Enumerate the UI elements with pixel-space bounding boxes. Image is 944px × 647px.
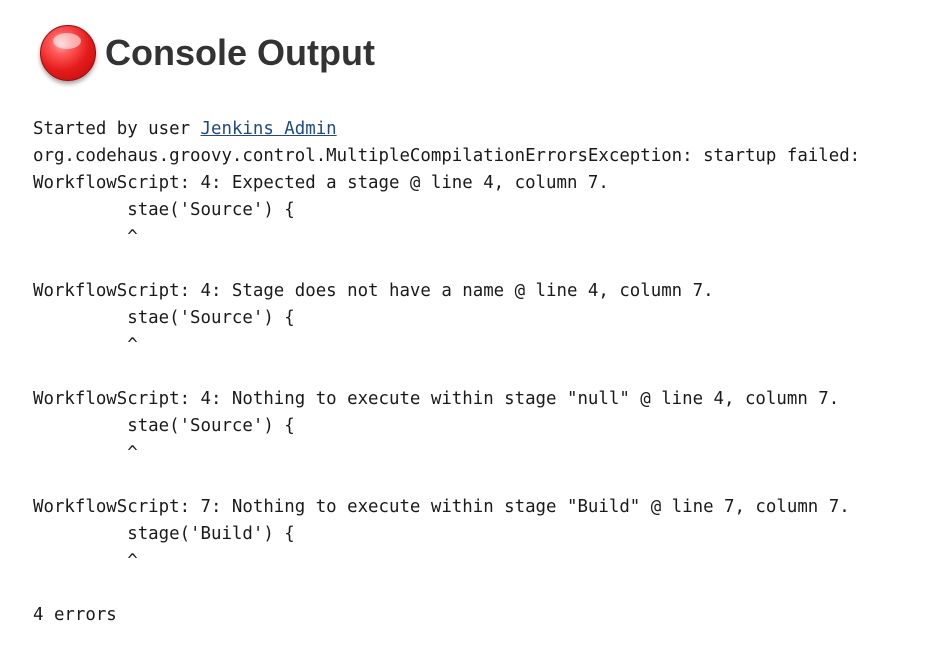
page-header: Console Output — [40, 24, 375, 82]
console-line-error-count: 4 errors — [33, 605, 117, 625]
console-line: stae('Source') { — [33, 200, 295, 220]
build-failed-status-icon — [40, 25, 96, 81]
console-line: ^ — [33, 443, 138, 463]
page-title: Console Output — [105, 32, 375, 73]
console-line: WorkflowScript: 4: Nothing to execute wi… — [33, 389, 840, 409]
console-line: WorkflowScript: 4: Stage does not have a… — [33, 281, 714, 301]
console-line: org.codehaus.groovy.control.MultipleComp… — [33, 146, 861, 166]
console-line: ^ — [33, 551, 138, 571]
started-by-text: Started by user — [33, 119, 201, 139]
console-line: WorkflowScript: 7: Nothing to execute wi… — [33, 497, 850, 517]
console-line: stae('Source') { — [33, 308, 295, 328]
console-line-started-by: Started by user Jenkins Admin — [33, 116, 860, 143]
console-output: Started by user Jenkins Admin org.codehau… — [33, 116, 860, 629]
console-line: WorkflowScript: 4: Expected a stage @ li… — [33, 173, 609, 193]
user-link-jenkins-admin[interactable]: Jenkins Admin — [201, 119, 337, 139]
console-line: ^ — [33, 335, 138, 355]
console-line: stage('Build') { — [33, 524, 295, 544]
console-line: stae('Source') { — [33, 416, 295, 436]
console-line: ^ — [33, 227, 138, 247]
